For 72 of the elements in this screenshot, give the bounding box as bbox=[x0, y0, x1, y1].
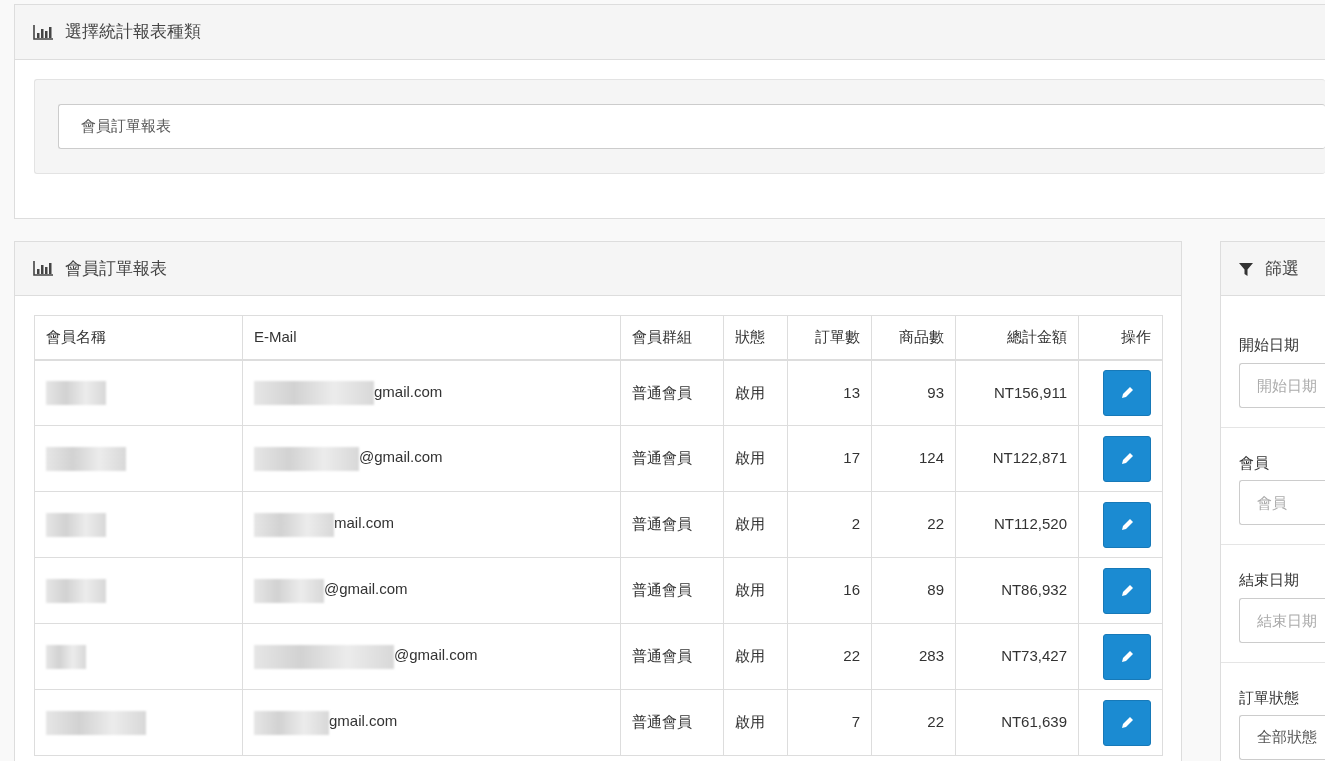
email-text: @gmail.com bbox=[394, 646, 478, 664]
report-type-select[interactable]: 會員訂單報表 bbox=[58, 104, 1325, 149]
column-header: E-Mail bbox=[242, 315, 621, 360]
field-label: 訂單狀態 bbox=[1239, 687, 1300, 708]
pencil-icon bbox=[1120, 518, 1134, 531]
edit-button[interactable] bbox=[1103, 699, 1151, 746]
table-cell: NT122,871 bbox=[955, 425, 1079, 492]
table-cell: 普通會員 bbox=[620, 425, 724, 492]
column-header: 會員群組 bbox=[620, 315, 724, 360]
table-cell: 普通會員 bbox=[620, 359, 724, 426]
panel-title: 選擇統計報表種類 bbox=[65, 21, 201, 44]
table-cell: NT61,639 bbox=[955, 689, 1079, 756]
table-cell: 13 bbox=[787, 359, 872, 426]
pencil-icon bbox=[1120, 452, 1134, 465]
table-cell: NT112,520 bbox=[955, 491, 1079, 558]
table-cell: 22 bbox=[871, 491, 956, 558]
edit-button[interactable] bbox=[1103, 633, 1151, 680]
panel-title: 篩選 bbox=[1265, 257, 1299, 280]
column-header: 訂單數 bbox=[787, 315, 872, 360]
field-label: 會員 bbox=[1239, 452, 1270, 473]
table-cell: 啟用 bbox=[723, 689, 788, 756]
bar-chart-icon bbox=[33, 24, 53, 40]
table-cell: 89 bbox=[871, 557, 956, 624]
table-cell: 普通會員 bbox=[620, 557, 724, 624]
table-cell: NT73,427 bbox=[955, 623, 1079, 690]
edit-button[interactable] bbox=[1103, 435, 1151, 482]
table-cell: 2 bbox=[787, 491, 872, 558]
pencil-icon bbox=[1120, 716, 1134, 729]
edit-button[interactable] bbox=[1103, 369, 1151, 416]
table-cell: 17 bbox=[787, 425, 872, 492]
table-cell: 93 bbox=[871, 359, 956, 426]
pencil-icon bbox=[1120, 584, 1134, 597]
field-label: 開始日期 bbox=[1239, 335, 1300, 355]
table-cell: 普通會員 bbox=[620, 689, 724, 756]
edit-button[interactable] bbox=[1103, 501, 1151, 548]
table-cell: 啟用 bbox=[723, 623, 788, 690]
filter-icon bbox=[1239, 261, 1253, 276]
column-header: 狀態 bbox=[723, 315, 788, 360]
email-text: @gmail.com bbox=[324, 580, 408, 598]
table-cell: 22 bbox=[787, 623, 872, 690]
column-header: 總計金額 bbox=[955, 315, 1079, 360]
pencil-icon bbox=[1120, 386, 1134, 400]
table-cell: 啟用 bbox=[723, 425, 788, 492]
email-text: mail.com bbox=[334, 514, 394, 532]
table-cell: 啟用 bbox=[723, 491, 788, 558]
panel-title: 會員訂單報表 bbox=[65, 257, 167, 280]
status-select[interactable]: 全部狀態 bbox=[1239, 715, 1325, 760]
pencil-icon bbox=[1120, 650, 1134, 663]
table-cell: 283 bbox=[871, 623, 956, 690]
table-cell: 啟用 bbox=[723, 557, 788, 624]
table-cell: NT156,911 bbox=[955, 359, 1079, 426]
blurred-text bbox=[254, 578, 324, 603]
input-field[interactable]: 結束日期 bbox=[1239, 597, 1325, 643]
input-field[interactable]: 開始日期 bbox=[1239, 362, 1325, 408]
table-cell: 普通會員 bbox=[620, 623, 724, 690]
table-cell: 7 bbox=[787, 689, 872, 756]
bar-chart-icon bbox=[33, 261, 53, 276]
table-cell: 16 bbox=[787, 557, 872, 624]
table-cell: 啟用 bbox=[723, 359, 788, 426]
email-text: @gmail.com bbox=[359, 448, 443, 466]
table-cell: NT86,932 bbox=[955, 557, 1079, 624]
edit-button[interactable] bbox=[1103, 567, 1151, 614]
column-header: 操作 bbox=[1078, 315, 1163, 360]
email-text: gmail.com bbox=[374, 382, 443, 400]
table-cell: 22 bbox=[871, 689, 956, 756]
email-text: gmail.com bbox=[329, 712, 398, 730]
column-header: 會員名稱 bbox=[34, 315, 243, 360]
input-field[interactable]: 會員 bbox=[1239, 480, 1325, 525]
table-cell: 124 bbox=[871, 425, 956, 492]
field-label: 結束日期 bbox=[1239, 570, 1300, 590]
table-cell: 普通會員 bbox=[620, 491, 724, 558]
column-header: 商品數 bbox=[871, 315, 956, 360]
